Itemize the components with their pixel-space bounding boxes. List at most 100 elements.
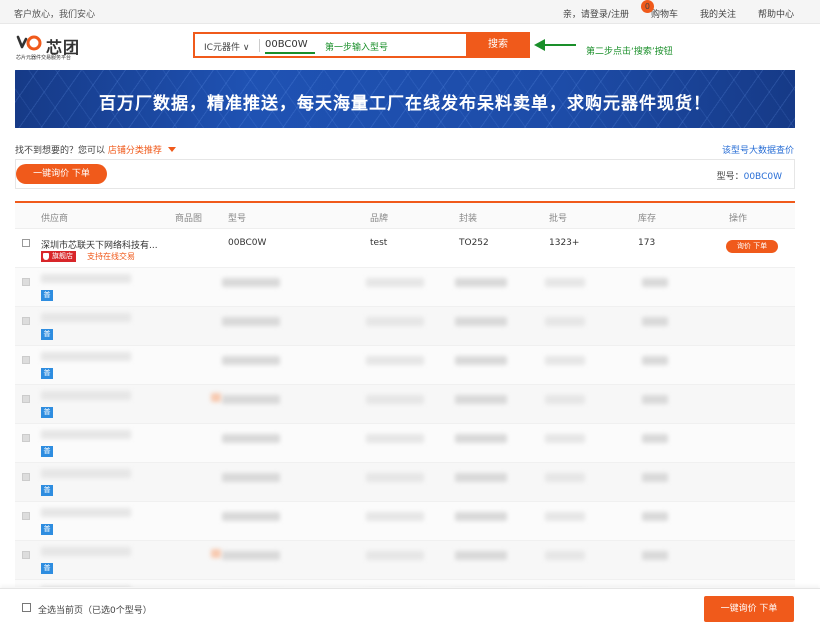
- obscured-text: [222, 356, 280, 365]
- obscured-text: [222, 395, 280, 404]
- model-label-text: 型号：: [716, 172, 744, 182]
- ordinary-shop-badge: 普: [41, 368, 53, 379]
- header-brand: 品牌: [370, 214, 389, 224]
- bulk-inquiry-button[interactable]: 一键询价 下单: [704, 596, 794, 622]
- obscured-text: [366, 551, 424, 560]
- obscured-text: [41, 352, 131, 361]
- inquiry-order-button[interactable]: 询价 下单: [726, 240, 778, 253]
- obscured-text: [222, 551, 280, 560]
- obscured-text: [642, 395, 668, 404]
- table-row: 普: [15, 307, 795, 346]
- row-checkbox[interactable]: [22, 551, 30, 559]
- obscured-text: [41, 313, 131, 322]
- obscured-text: [366, 434, 424, 443]
- header-model: 型号: [228, 214, 247, 224]
- row-checkbox[interactable]: [22, 356, 30, 364]
- helper-prompt: 找不到想要的？您可以: [15, 146, 106, 156]
- promo-banner[interactable]: 百万厂数据，精准推送，每天海量工厂在线发布呆料卖单，求购元器件现货！: [15, 70, 795, 128]
- obscured-text: [455, 317, 507, 326]
- obscured-text: [642, 512, 668, 521]
- row-checkbox[interactable]: [22, 434, 30, 442]
- obscured-text: [366, 512, 424, 521]
- obscured-text: [545, 356, 585, 365]
- obscured-image: [211, 393, 221, 402]
- header-stock: 库存: [638, 214, 657, 224]
- footer-bar: 全选当前页（已选0个型号） 一键询价 下单: [0, 588, 820, 628]
- obscured-text: [642, 356, 668, 365]
- caret-down-icon[interactable]: [167, 147, 176, 152]
- top-bar: 客户放心，我们安心 亲，请登录/注册 0 购物车 我的关注 帮助中心: [0, 0, 820, 24]
- obscured-text: [41, 274, 131, 283]
- header-image: 商品图: [175, 214, 203, 224]
- helper-row: 找不到想要的？您可以 店铺分类推荐: [15, 143, 176, 156]
- step1-hint: 第一步输入型号: [325, 43, 389, 53]
- cart-link[interactable]: 0 购物车: [640, 0, 678, 20]
- table-row: 普: [15, 268, 795, 307]
- obscured-text: [545, 317, 585, 326]
- shop-category-link[interactable]: 店铺分类推荐: [108, 146, 162, 156]
- header-action: 操作: [729, 214, 748, 224]
- search-box: IC元器件 ∨ 第一步输入型号 搜索: [193, 32, 530, 58]
- obscured-text: [366, 473, 424, 482]
- supplier-name[interactable]: 深圳市芯联天下网络科技有...: [41, 238, 158, 251]
- header-supplier: 供应商: [41, 214, 69, 224]
- logo-icon: [16, 35, 42, 51]
- arrow-left-icon: [534, 39, 576, 51]
- obscured-text: [545, 473, 585, 482]
- ordinary-shop-badge: 普: [41, 407, 53, 418]
- ordinary-shop-badge: 普: [41, 290, 53, 301]
- obscured-text: [41, 391, 131, 400]
- model-value: 00BC0W: [743, 172, 782, 182]
- site-logo[interactable]: 芯团 芯片元器件交易服务平台: [16, 33, 96, 61]
- table-row: 普: [15, 580, 795, 587]
- obscured-text: [41, 586, 131, 587]
- cart-count-badge: 0: [640, 0, 654, 13]
- row-checkbox[interactable]: [22, 473, 30, 481]
- flagship-badge: 旗舰店: [41, 251, 76, 262]
- obscured-text: [455, 512, 507, 521]
- top-links: 亲，请登录/注册 0 购物车 我的关注 帮助中心: [563, 0, 794, 20]
- obscured-text: [545, 512, 585, 521]
- select-all-label: 全选当前页（已选0个型号）: [38, 606, 152, 616]
- follow-link[interactable]: 我的关注: [700, 7, 736, 20]
- model-label: 型号：00BC0W: [717, 169, 782, 182]
- header-lot: 批号: [549, 214, 568, 224]
- search-input[interactable]: [265, 39, 313, 50]
- online-trade-label: 支持在线交易: [87, 252, 135, 261]
- row-checkbox[interactable]: [22, 278, 30, 286]
- row-checkbox[interactable]: [22, 395, 30, 403]
- search-button[interactable]: 搜索: [466, 32, 530, 58]
- obscured-text: [545, 551, 585, 560]
- login-link[interactable]: 亲，请登录/注册: [563, 7, 629, 20]
- obscured-text: [222, 434, 280, 443]
- quick-inquiry-button[interactable]: 一键询价 下单: [16, 164, 107, 184]
- table-row: 普: [15, 541, 795, 580]
- ordinary-shop-badge: 普: [41, 524, 53, 535]
- obscured-text: [455, 278, 507, 287]
- package-cell: TO252: [459, 238, 489, 248]
- select-all-checkbox[interactable]: [22, 603, 31, 612]
- header-package: 封装: [459, 214, 478, 224]
- obscured-text: [41, 430, 131, 439]
- row-checkbox[interactable]: [22, 239, 30, 247]
- help-link[interactable]: 帮助中心: [758, 7, 794, 20]
- obscured-text: [366, 317, 424, 326]
- obscured-text: [642, 473, 668, 482]
- obscured-text: [366, 278, 424, 287]
- banner-text: 百万厂数据，精准推送，每天海量工厂在线发布呆料卖单，求购元器件现货！: [99, 94, 711, 114]
- table-row: 普: [15, 463, 795, 502]
- obscured-text: [545, 278, 585, 287]
- row-checkbox[interactable]: [22, 317, 30, 325]
- step2-hint: 第二步点击‘搜索’按钮: [586, 47, 673, 57]
- obscured-text: [222, 473, 280, 482]
- bigdata-price-link[interactable]: 该型号大数据查价: [722, 143, 794, 156]
- obscured-text: [642, 551, 668, 560]
- results-table: 供应商 商品图 型号 品牌 封装 批号 库存 操作 深圳市芯联天下网络科技有..…: [15, 201, 795, 587]
- table-row: 普: [15, 502, 795, 541]
- category-select[interactable]: IC元器件 ∨: [204, 40, 249, 53]
- obscured-image: [211, 549, 221, 558]
- row-checkbox[interactable]: [22, 512, 30, 520]
- stock-cell: 173: [638, 238, 656, 248]
- obscured-text: [545, 395, 585, 404]
- ordinary-shop-badge: 普: [41, 563, 53, 574]
